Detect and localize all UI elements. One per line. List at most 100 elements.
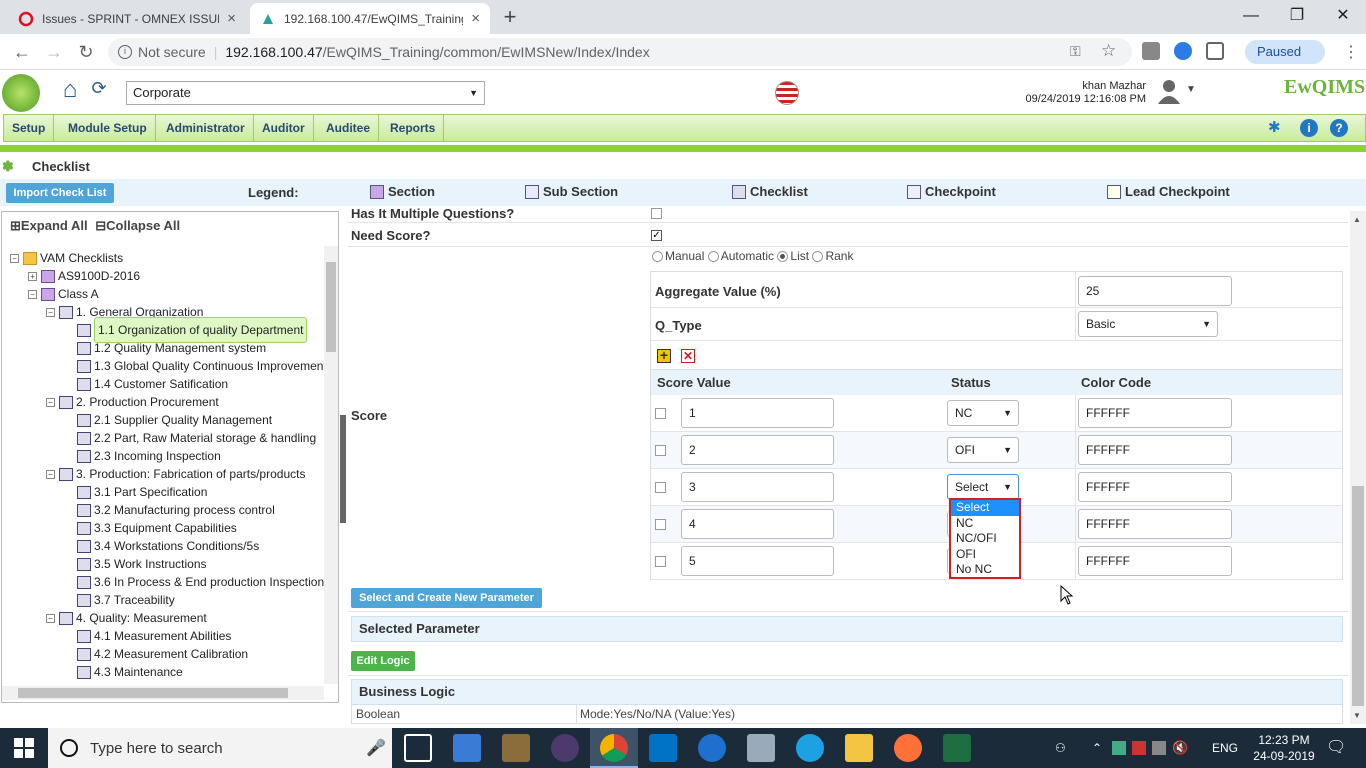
menu-setup[interactable]: Setup [4, 115, 55, 141]
tree-node[interactable]: − 2. Production Procurement [10, 393, 322, 411]
collapse-node-icon[interactable]: − [46, 307, 55, 317]
input-language[interactable]: ENG [1212, 728, 1238, 768]
row-select-checkbox[interactable] [655, 408, 666, 419]
browser-menu-icon[interactable]: ⋮ [1343, 42, 1359, 62]
notifications-icon[interactable]: 🗨 [1326, 728, 1346, 768]
menu-auditor[interactable]: Auditor [254, 115, 314, 141]
scroll-down-icon[interactable]: ▼ [1353, 711, 1361, 720]
tree-node[interactable]: − 3. Production: Fabrication of parts/pro… [10, 465, 322, 483]
panel-splitter[interactable] [340, 415, 346, 523]
menu-auditee[interactable]: Auditee [318, 115, 380, 141]
row-select-checkbox[interactable] [655, 519, 666, 530]
eclipse-app-icon[interactable] [551, 734, 579, 762]
add-row-icon[interactable]: + [657, 348, 671, 363]
color-code-input[interactable]: FFFFFF [1078, 546, 1232, 576]
color-code-input[interactable]: FFFFFF [1078, 509, 1232, 539]
tree-node[interactable]: 3.5 Work Instructions [10, 555, 322, 573]
tree-root[interactable]: − VAM Checklists [10, 249, 322, 267]
delete-row-icon[interactable]: ✕ [681, 349, 695, 363]
radio-list[interactable]: List [777, 249, 809, 263]
status-select[interactable]: Select ▼ [947, 474, 1019, 500]
scroll-thumb[interactable] [326, 262, 336, 352]
import-checklist-button[interactable]: Import Check List [6, 183, 114, 203]
minimize-icon[interactable]: — [1228, 0, 1274, 32]
collapse-all-button[interactable]: ⊟Collapse All [95, 218, 180, 233]
status-option[interactable]: NC [951, 516, 1019, 532]
address-bar[interactable]: i Not secure | 192.168.100.47 /EwQIMS_Tr… [108, 38, 1132, 66]
aggregate-value-input[interactable]: 25 [1078, 276, 1232, 306]
windows-start-icon[interactable] [14, 738, 34, 761]
network-icon[interactable] [1152, 741, 1166, 755]
tree-node[interactable]: 3.4 Workstations Conditions/5s [10, 537, 322, 555]
browser-tab-issues[interactable]: Issues - SPRINT - OMNEX ISSUE T × [8, 3, 246, 34]
new-tab-button[interactable]: + [498, 6, 522, 30]
people-icon[interactable]: ⚇ [1055, 728, 1066, 768]
extension-doc-icon[interactable] [1206, 42, 1224, 60]
tree-node[interactable]: 1.4 Customer Satification [10, 375, 322, 393]
task-view-icon[interactable] [404, 734, 432, 762]
status-option[interactable]: Select [951, 500, 1019, 516]
tree-node[interactable]: 4.2 Measurement Calibration [10, 645, 322, 663]
info-icon[interactable]: i [118, 45, 132, 59]
scroll-up-icon[interactable]: ▲ [1353, 215, 1361, 224]
scroll-thumb[interactable] [1352, 486, 1364, 706]
need-score-checkbox[interactable]: ✓ [651, 230, 662, 241]
tree-node[interactable]: + AS9100D-2016 [10, 267, 322, 285]
folder-app-icon[interactable] [845, 734, 873, 762]
maximize-icon[interactable]: ❐ [1274, 0, 1320, 32]
score-value-input[interactable]: 4 [681, 509, 834, 539]
file-explorer-app-icon[interactable] [453, 734, 481, 762]
location-select[interactable]: Corporate ▼ [126, 81, 485, 105]
extension-search-icon[interactable] [1174, 42, 1192, 60]
close-tab-icon[interactable]: × [227, 10, 236, 27]
collapse-node-icon[interactable]: − [46, 613, 55, 623]
user-menu-chevron-icon[interactable]: ▼ [1186, 84, 1196, 95]
radio-rank[interactable]: Rank [812, 249, 853, 263]
main-vertical-scrollbar[interactable]: ▲ ▼ [1350, 211, 1366, 724]
radio-automatic[interactable]: Automatic [707, 249, 774, 263]
tree-node[interactable]: 3.2 Manufacturing process control [10, 501, 322, 519]
menu-reports[interactable]: Reports [382, 115, 445, 141]
excel-app-icon[interactable] [943, 734, 971, 762]
close-window-icon[interactable]: ✕ [1320, 0, 1366, 32]
notepad-app-icon[interactable] [747, 734, 775, 762]
back-icon[interactable]: ← [10, 42, 34, 62]
tray-chevron-icon[interactable]: ⌃ [1092, 728, 1102, 768]
status-select[interactable]: NC ▼ [947, 400, 1019, 426]
expand-node-icon[interactable]: + [28, 271, 37, 281]
volume-muted-icon[interactable]: 🔇 [1172, 728, 1188, 768]
user-avatar-icon[interactable] [1155, 77, 1183, 105]
collapse-node-icon[interactable]: − [28, 289, 37, 299]
tree-vertical-scrollbar[interactable] [324, 246, 338, 684]
expand-all-button[interactable]: ⊞Expand All [10, 218, 88, 233]
create-parameter-button[interactable]: Select and Create New Parameter [351, 588, 542, 608]
score-value-input[interactable]: 3 [681, 472, 834, 502]
tree-node[interactable]: 2.2 Part, Raw Material storage & handlin… [10, 429, 322, 447]
internet-explorer-app-icon[interactable] [796, 734, 824, 762]
menu-administrator[interactable]: Administrator [158, 115, 254, 141]
browser-tab-ewqims[interactable]: 192.168.100.47/EwQIMS_Training × [250, 3, 490, 34]
help-icon[interactable]: ? [1330, 119, 1348, 137]
menu-module-setup[interactable]: Module Setup [60, 115, 156, 141]
profile-paused-button[interactable]: Paused [1245, 40, 1325, 64]
color-code-input[interactable]: FFFFFF [1078, 472, 1232, 502]
score-value-input[interactable]: 2 [681, 435, 834, 465]
qtype-select[interactable]: Basic ▼ [1078, 311, 1218, 337]
status-select[interactable]: OFI ▼ [947, 437, 1019, 463]
close-tab-icon[interactable]: × [471, 10, 480, 27]
tree-node[interactable]: − 4. Quality: Measurement [10, 609, 322, 627]
microphone-icon[interactable]: 🎤 [366, 738, 386, 758]
row-select-checkbox[interactable] [655, 556, 666, 567]
tree-node[interactable]: 2.3 Incoming Inspection [10, 447, 322, 465]
score-value-input[interactable]: 1 [681, 398, 834, 428]
tree-node[interactable]: 3.7 Traceability [10, 591, 322, 609]
radio-manual[interactable]: Manual [652, 249, 704, 263]
status-option[interactable]: No NC [951, 562, 1019, 578]
tree-node[interactable]: 1.1 Organization of quality Department [10, 317, 322, 343]
extension-g-icon[interactable] [1142, 42, 1160, 60]
tray-app-icon[interactable] [1132, 741, 1146, 755]
color-code-input[interactable]: FFFFFF [1078, 435, 1232, 465]
tree-node[interactable]: 2.1 Supplier Quality Management [10, 411, 322, 429]
row-select-checkbox[interactable] [655, 482, 666, 493]
multiple-questions-checkbox[interactable] [651, 208, 662, 219]
